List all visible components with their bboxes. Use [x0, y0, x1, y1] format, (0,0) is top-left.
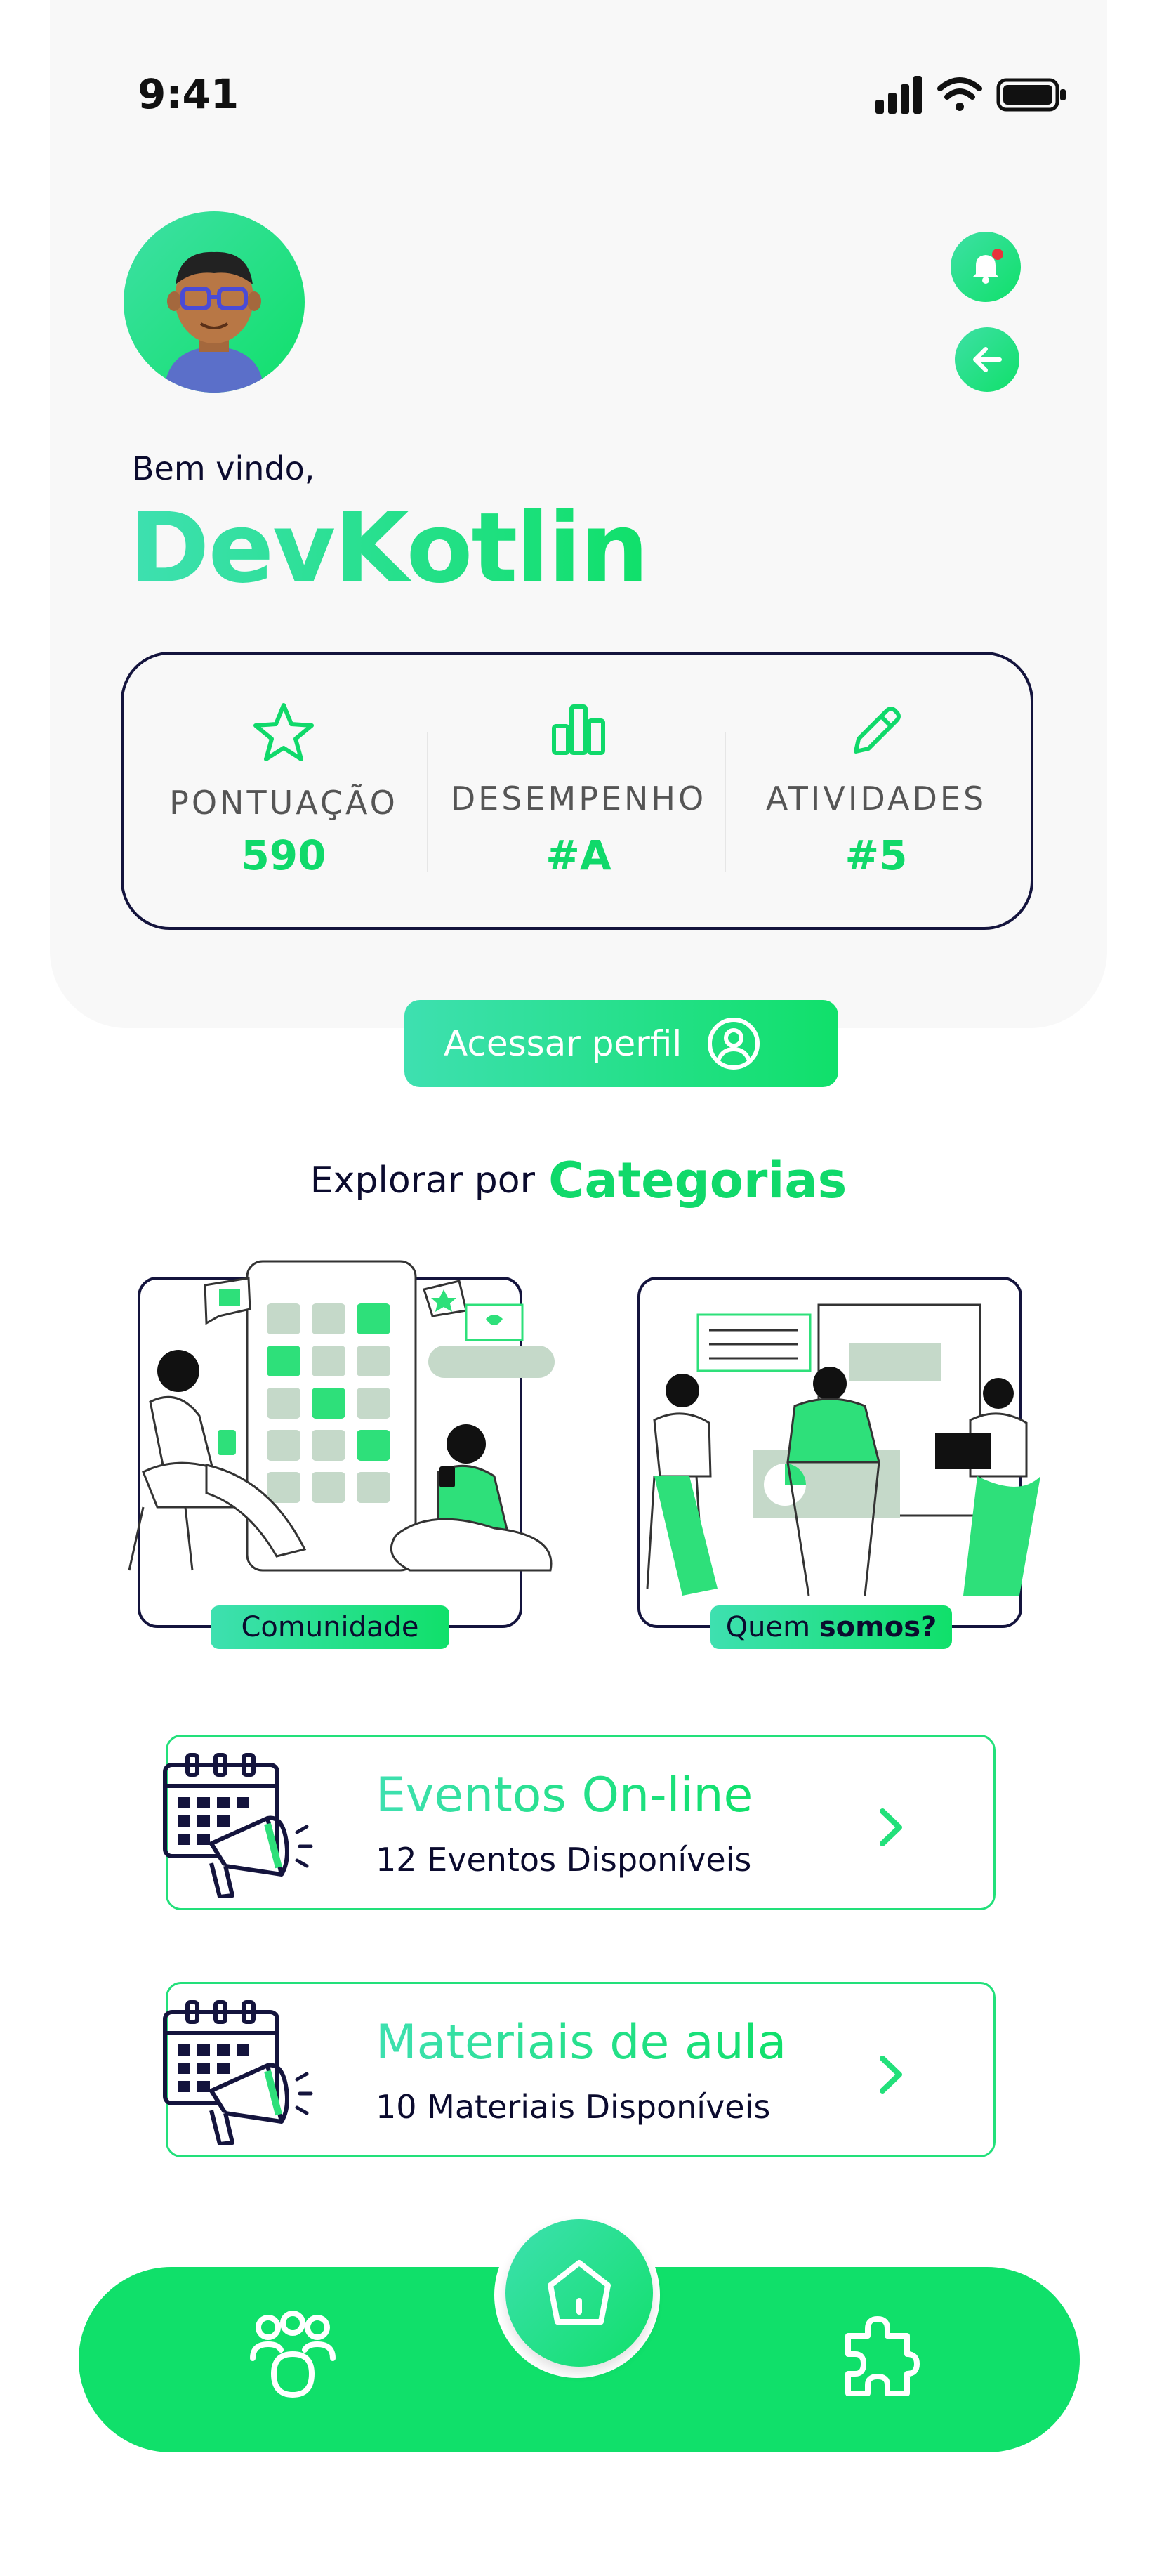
stat-score: PONTUAÇÃO 590: [136, 655, 431, 927]
explore-highlight: Categorias: [548, 1152, 847, 1209]
list-item-class-materials[interactable]: Materiais de aula 10 Materiais Disponíve…: [163, 1982, 996, 2157]
access-profile-label: Acessar perfil: [444, 1023, 682, 1064]
community-icon[interactable]: [247, 2311, 338, 2402]
nav-home-button[interactable]: [505, 2219, 653, 2367]
user-circle-icon: [708, 1018, 760, 1070]
community-illustration: [128, 1260, 555, 1572]
bell-icon: [973, 249, 1003, 284]
category-community-card[interactable]: [128, 1260, 555, 1628]
stat-performance: DESEMPENHO #A: [431, 655, 726, 927]
status-time: 9:41: [138, 70, 239, 118]
category-about-label-bold: somos?: [819, 1611, 937, 1643]
explore-prefix: Explorar por: [310, 1159, 535, 1202]
list-item-title: Materiais de aula: [376, 2015, 787, 2070]
stat-label: DESEMPENHO: [450, 780, 707, 817]
category-about-label: Quem somos?: [710, 1605, 952, 1649]
team-illustration: [646, 1303, 1040, 1596]
list-item-online-events[interactable]: Eventos On-line 12 Eventos Disponíveis: [163, 1735, 996, 1910]
stat-label: PONTUAÇÃO: [169, 784, 398, 822]
category-about-label-plain: Quem: [725, 1611, 811, 1643]
chevron-right-icon: [880, 2056, 902, 2094]
signal-icon: [875, 76, 922, 114]
arrow-left-icon: [973, 347, 1002, 372]
access-profile-button[interactable]: Acessar perfil: [404, 1000, 838, 1087]
explore-heading: Explorar por Categorias: [0, 1152, 1157, 1209]
home-icon: [548, 2260, 611, 2325]
avatar[interactable]: [124, 211, 305, 393]
list-item-subtitle: 10 Materiais Disponíveis: [376, 2088, 771, 2126]
status-icons: [875, 76, 1066, 114]
wifi-icon: [937, 77, 982, 111]
category-community-label: Comunidade: [211, 1605, 449, 1649]
avatar-face-icon: [164, 251, 264, 393]
calendar-megaphone-icon: [163, 1753, 313, 1898]
divider: [725, 732, 726, 872]
username: DevKotlin: [129, 492, 649, 605]
stats-card: PONTUAÇÃO 590 DESEMPENHO #A ATIVIDADES #…: [121, 652, 1033, 930]
notification-button[interactable]: [951, 232, 1021, 302]
welcome-text: Bem vindo,: [132, 449, 315, 487]
stat-value: #5: [845, 832, 908, 879]
battery-icon: [996, 78, 1066, 112]
stat-value: 590: [241, 832, 326, 879]
chevron-right-icon: [880, 1808, 902, 1846]
calendar-megaphone-icon: [163, 2000, 313, 2145]
stat-value: #A: [546, 832, 611, 879]
stat-activities: ATIVIDADES #5: [729, 655, 1024, 927]
stat-label: ATIVIDADES: [765, 780, 987, 817]
bar-chart-icon: [552, 704, 605, 755]
star-icon: [253, 703, 314, 761]
list-item-subtitle: 12 Eventos Disponíveis: [376, 1841, 752, 1879]
category-about-card[interactable]: [637, 1277, 1040, 1628]
list-item-title: Eventos On-line: [376, 1768, 753, 1823]
pencil-icon: [854, 707, 901, 754]
back-button[interactable]: [955, 327, 1019, 392]
puzzle-icon[interactable]: [834, 2315, 923, 2403]
divider: [427, 732, 428, 872]
